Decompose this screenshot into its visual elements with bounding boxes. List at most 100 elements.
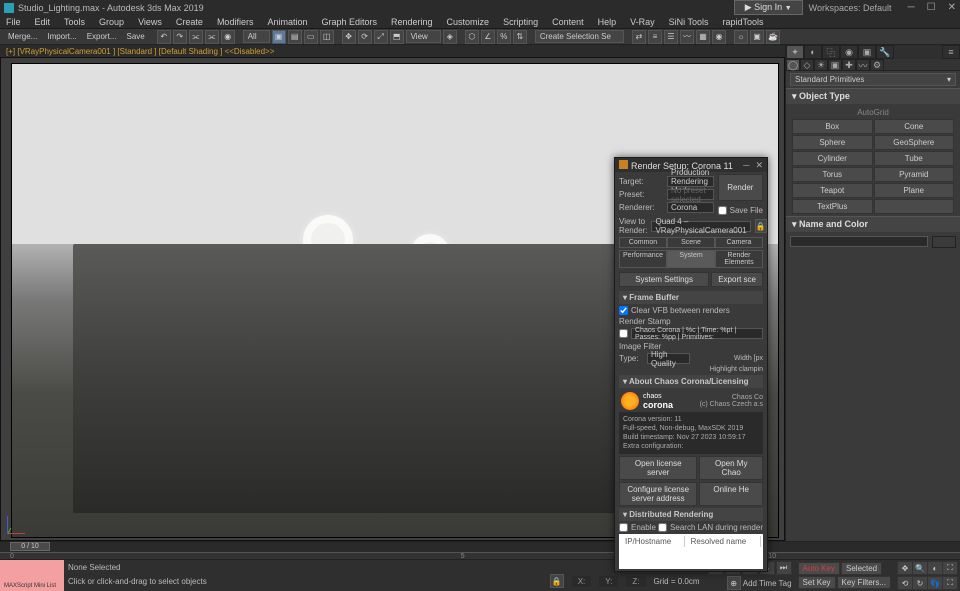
select-icon[interactable]: ▣ xyxy=(272,30,286,44)
preset-dropdown[interactable]: No preset selected xyxy=(667,189,714,200)
primitive-teapot[interactable]: Teapot xyxy=(792,183,873,198)
color-swatch[interactable] xyxy=(932,236,956,248)
search-lan-check[interactable] xyxy=(658,523,667,532)
import-button[interactable]: Import... xyxy=(43,32,80,41)
time-slider[interactable]: 0 / 10 xyxy=(0,542,960,552)
autokey-button[interactable]: Auto Key xyxy=(798,562,840,575)
menu-graph-editors[interactable]: Graph Editors xyxy=(321,17,377,27)
goto-end-icon[interactable]: ⏭ xyxy=(776,561,792,575)
mirror-icon[interactable]: ⇄ xyxy=(632,30,646,44)
save-file-check[interactable] xyxy=(718,206,727,215)
autogrid-check[interactable]: AutoGrid xyxy=(788,106,958,119)
unlink-icon[interactable]: ⫘ xyxy=(205,30,219,44)
menu-vray[interactable]: V-Ray xyxy=(630,17,655,27)
systems-icon[interactable]: ⚙ xyxy=(870,59,884,71)
menu-edit[interactable]: Edit xyxy=(35,17,51,27)
coord-z[interactable]: Z: xyxy=(626,576,645,587)
maximize-icon[interactable]: ☐ xyxy=(927,2,936,13)
lock-view-icon[interactable]: 🔒 xyxy=(755,219,767,233)
primitive-pyramid[interactable]: Pyramid xyxy=(874,167,955,182)
spacewarps-icon[interactable]: 〰 xyxy=(856,59,870,71)
name-color-rollout[interactable]: ▾ Name and Color xyxy=(786,216,960,232)
primitive-cylinder[interactable]: Cylinder xyxy=(792,151,873,166)
menu-scripting[interactable]: Scripting xyxy=(503,17,538,27)
shapes-icon[interactable]: ◇ xyxy=(800,59,814,71)
clear-vfb-check[interactable] xyxy=(619,306,628,315)
coord-x[interactable]: X: xyxy=(572,576,592,587)
minimize-icon[interactable]: ─ xyxy=(908,2,915,13)
menu-help[interactable]: Help xyxy=(598,17,617,27)
category-dropdown[interactable]: Standard Primitives▾ xyxy=(790,73,956,86)
render-frame-icon[interactable]: ▣ xyxy=(750,30,764,44)
nav-max-icon[interactable]: ⛶ xyxy=(942,576,958,590)
bind-icon[interactable]: ◉ xyxy=(221,30,235,44)
open-license-server-button[interactable]: Open license server xyxy=(619,456,697,480)
spinner-snap-icon[interactable]: ⇅ xyxy=(513,30,527,44)
panel-config-icon[interactable]: ≡ xyxy=(942,45,960,59)
filter-dropdown[interactable]: All xyxy=(243,30,270,43)
nav-roll-icon[interactable]: ↻ xyxy=(912,576,928,590)
tab-scene[interactable]: Scene xyxy=(667,237,715,248)
system-settings-button[interactable]: System Settings xyxy=(619,272,709,287)
placement-icon[interactable]: ⬒ xyxy=(390,30,404,44)
close-icon[interactable]: ✕ xyxy=(948,2,956,13)
modify-tab-icon[interactable]: ◐ xyxy=(804,45,822,59)
selected-filter[interactable]: Selected xyxy=(841,562,882,575)
scale-icon[interactable]: ⤢ xyxy=(374,30,388,44)
menu-rapidtools[interactable]: rapidTools xyxy=(723,17,764,27)
layer-icon[interactable]: ☰ xyxy=(664,30,678,44)
tab-performance[interactable]: Performance xyxy=(619,250,667,268)
snap-icon[interactable]: ⬡ xyxy=(465,30,479,44)
online-help-button[interactable]: Online He xyxy=(699,482,763,506)
nav-zoom-ext-icon[interactable]: ⛶ xyxy=(942,561,958,575)
angle-snap-icon[interactable]: ∠ xyxy=(481,30,495,44)
render-button[interactable]: Render xyxy=(718,174,763,201)
nav-zoom-icon[interactable]: 🔍 xyxy=(912,561,928,575)
display-tab-icon[interactable]: ▣ xyxy=(858,45,876,59)
menu-modifiers[interactable]: Modifiers xyxy=(217,17,254,27)
time-slider-handle[interactable]: 0 / 10 xyxy=(10,542,50,551)
object-type-rollout[interactable]: ▾ Object Type xyxy=(786,88,960,104)
renderer-dropdown[interactable]: Corona xyxy=(667,202,714,213)
align-icon[interactable]: ≡ xyxy=(648,30,662,44)
rotate-icon[interactable]: ⟳ xyxy=(358,30,372,44)
tab-common[interactable]: Common xyxy=(619,237,667,248)
percent-snap-icon[interactable]: % xyxy=(497,30,511,44)
selection-set-dropdown[interactable]: Create Selection Se xyxy=(535,30,624,43)
cameras-icon[interactable]: ▣ xyxy=(828,59,842,71)
dialog-close-icon[interactable]: ✕ xyxy=(755,160,763,171)
primitive-box[interactable]: Box xyxy=(792,119,873,134)
menu-views[interactable]: Views xyxy=(138,17,162,27)
menu-group[interactable]: Group xyxy=(99,17,124,27)
add-time-tag[interactable]: Add Time Tag xyxy=(743,579,792,588)
menu-customize[interactable]: Customize xyxy=(447,17,490,27)
tab-render-elements[interactable]: Render Elements xyxy=(715,250,763,268)
create-tab-icon[interactable]: ✦ xyxy=(786,45,804,59)
select-name-icon[interactable]: ▤ xyxy=(288,30,302,44)
pivot-icon[interactable]: ◈ xyxy=(443,30,457,44)
menu-animation[interactable]: Animation xyxy=(267,17,307,27)
maxscript-listener[interactable]: MAXScript Mini List xyxy=(0,560,64,591)
distributed-section[interactable]: ▾ Distributed Rendering xyxy=(619,508,763,521)
export-button[interactable]: Export... xyxy=(83,32,121,41)
move-icon[interactable]: ✥ xyxy=(342,30,356,44)
time-config-icon[interactable]: ⊕ xyxy=(727,576,741,590)
geometry-icon[interactable]: ◯ xyxy=(786,59,800,71)
primitive-geosphere[interactable]: GeoSphere xyxy=(874,135,955,150)
coord-y[interactable]: Y: xyxy=(599,576,618,587)
enable-dr-check[interactable] xyxy=(619,523,628,532)
setkey-button[interactable]: Set Key xyxy=(798,576,836,589)
menu-tools[interactable]: Tools xyxy=(64,17,85,27)
dialog-min-icon[interactable]: ─ xyxy=(743,160,749,171)
hierarchy-tab-icon[interactable]: ⿻ xyxy=(822,45,840,59)
merge-button[interactable]: Merge... xyxy=(4,32,41,41)
sign-in-button[interactable]: ▶ Sign In ▼ xyxy=(734,0,803,15)
tab-system[interactable]: System xyxy=(667,250,715,268)
lights-icon[interactable]: ☀ xyxy=(814,59,828,71)
render-setup-icon[interactable]: ☼ xyxy=(734,30,748,44)
menu-rendering[interactable]: Rendering xyxy=(391,17,433,27)
menu-content[interactable]: Content xyxy=(552,17,584,27)
menu-file[interactable]: File xyxy=(6,17,21,27)
primitive-textplus[interactable]: TextPlus xyxy=(792,199,873,214)
tab-camera[interactable]: Camera xyxy=(715,237,763,248)
